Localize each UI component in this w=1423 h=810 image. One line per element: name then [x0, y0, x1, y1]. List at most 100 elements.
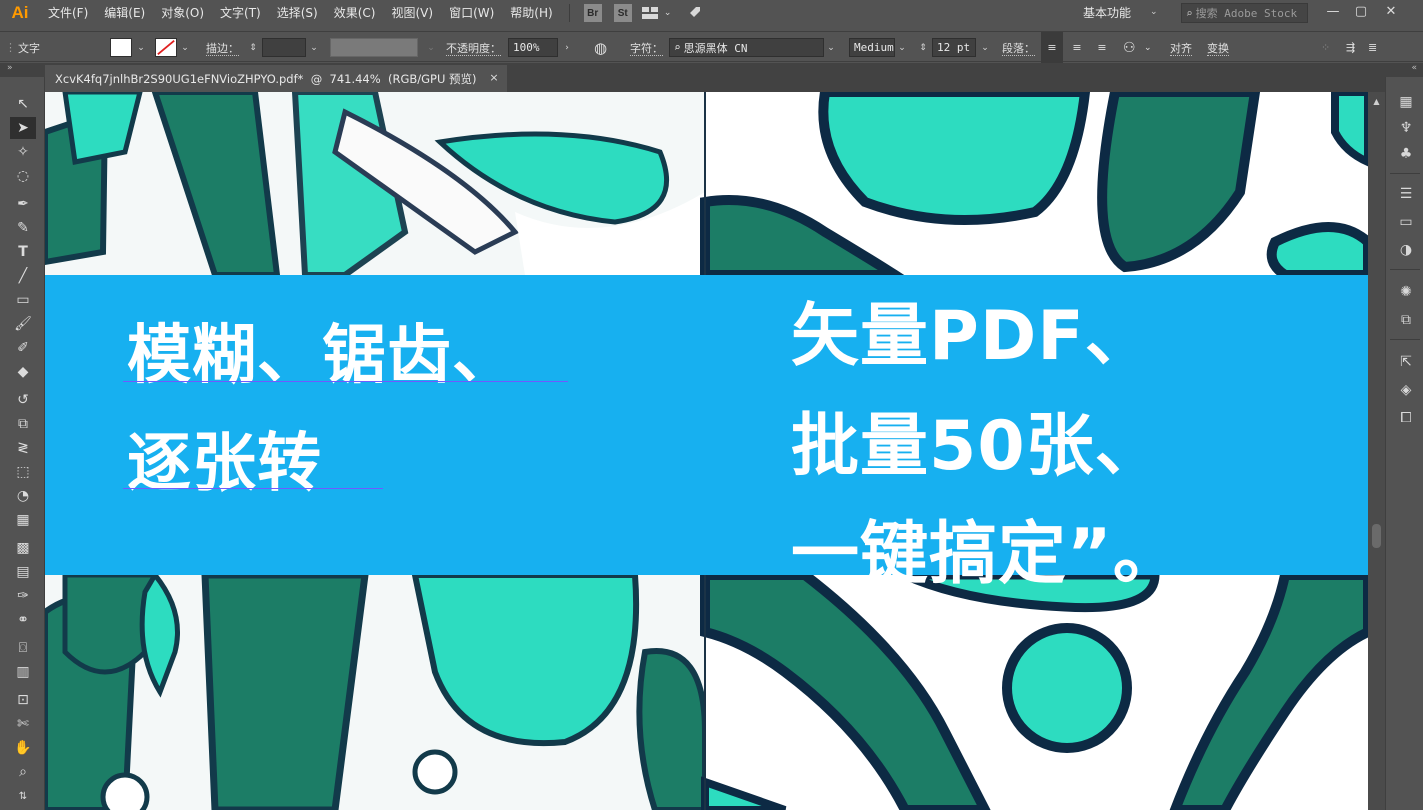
slice-tool-icon[interactable]: ✄ [10, 713, 36, 735]
hand-tool-icon[interactable]: ✋ [10, 737, 36, 759]
opacity-label[interactable]: 不透明度： [446, 40, 501, 56]
eraser-tool-icon[interactable]: ◆ [10, 361, 36, 383]
right-headline-line-1[interactable]: 矢量PDF、 [791, 280, 1154, 379]
fill-swatch[interactable] [110, 38, 132, 57]
scale-tool-icon[interactable]: ⧉ [10, 413, 36, 435]
stroke-label[interactable]: 描边： [206, 40, 239, 56]
shape-builder-tool-icon[interactable]: ◔ [10, 485, 36, 507]
chevron-down-icon[interactable]: ⌄ [1144, 32, 1152, 63]
symbol-sprayer-tool-icon[interactable]: ⌼ [10, 637, 36, 659]
opacity-field[interactable]: 100% [508, 38, 558, 57]
font-size-stepper[interactable]: ⇕ [916, 38, 930, 57]
layers-panel-icon[interactable]: ◈ [1395, 379, 1417, 401]
align-right-icon[interactable]: ≡ [1091, 32, 1113, 63]
type-tool-icon[interactable]: T [10, 241, 36, 263]
panel-dock-collapse-handle[interactable]: « [1385, 63, 1423, 77]
zoom-tool-icon[interactable]: ⌕ [10, 761, 36, 783]
toolbar-collapse-handle[interactable]: » [0, 63, 45, 77]
symbols-panel-icon[interactable]: ♣ [1395, 143, 1417, 165]
chevron-down-icon[interactable]: ⌄ [424, 38, 438, 57]
perspective-grid-tool-icon[interactable]: ▦ [10, 509, 36, 531]
font-family-field[interactable]: ⌕ 思源黑体 CN [669, 38, 824, 57]
color-panel-icon[interactable]: ▦ [1395, 91, 1417, 113]
direct-selection-tool-icon[interactable]: ➤ [10, 117, 36, 139]
stroke-weight-stepper[interactable]: ⇕ [246, 38, 260, 57]
curvature-tool-icon[interactable]: ✎ [10, 217, 36, 239]
line-tool-icon[interactable]: ╱ [10, 265, 36, 287]
character-label[interactable]: 字符： [630, 40, 663, 56]
align-center-icon[interactable]: ≡ [1066, 32, 1088, 63]
right-headline-line-3[interactable]: 一键搞定”。 [791, 498, 1182, 597]
menu-object[interactable]: 对象(O) [153, 0, 212, 26]
scrollbar-thumb[interactable] [1372, 524, 1381, 548]
stroke-swatch[interactable] [155, 38, 177, 57]
variable-width-profile[interactable] [330, 38, 418, 57]
blend-tool-icon[interactable]: ⚭ [10, 609, 36, 631]
font-style-field[interactable]: Medium [849, 38, 895, 57]
chevron-right-icon[interactable]: › [560, 38, 574, 57]
select-similar-icon[interactable]: ⇶ [1346, 32, 1355, 63]
appearance-panel-icon[interactable]: ✺ [1395, 281, 1417, 303]
rocket-icon[interactable] [682, 0, 706, 26]
paragraph-label[interactable]: 段落： [1002, 40, 1035, 56]
left-headline-line-2[interactable]: 逐张转 [127, 412, 322, 504]
chevron-down-icon[interactable]: ⌄ [1150, 7, 1160, 19]
paintbrush-tool-icon[interactable]: 🖌 [10, 313, 36, 335]
chevron-down-icon[interactable]: ⌄ [307, 38, 321, 57]
menu-file[interactable]: 文件(F) [40, 0, 96, 26]
graph-tool-icon[interactable]: ▥ [10, 661, 36, 683]
document-tab[interactable]: XcvK4fq7jnlhBr2S90UG1eFNVioZHPYO.pdf* @ … [45, 65, 507, 92]
artboards-panel-icon[interactable]: ⧠ [1395, 407, 1417, 429]
graphic-styles-panel-icon[interactable]: ⧉ [1395, 309, 1417, 331]
asset-export-panel-icon[interactable]: ⇱ [1395, 351, 1417, 373]
menu-effect[interactable]: 效果(C) [326, 0, 384, 26]
swap-fill-stroke-icon[interactable]: ⇅ [10, 785, 36, 807]
brushes-panel-icon[interactable]: ♆ [1395, 117, 1417, 139]
recolor-artwork-icon[interactable]: ◍ [594, 32, 607, 63]
align-panel-link[interactable]: 对齐 [1170, 40, 1192, 56]
menu-view[interactable]: 视图(V) [383, 0, 441, 26]
maximize-icon[interactable]: ▢ [1346, 0, 1376, 22]
stroke-weight-field[interactable] [262, 38, 306, 57]
rotate-tool-icon[interactable]: ↺ [10, 389, 36, 411]
scroll-up-icon[interactable]: ▲ [1371, 96, 1382, 107]
left-headline-line-1[interactable]: 模糊、锯齿、 [127, 304, 517, 396]
chevron-down-icon[interactable]: ⌄ [895, 38, 909, 57]
transform-panel-link[interactable]: 变换 [1207, 40, 1229, 56]
chevron-down-icon[interactable]: ⌄ [978, 38, 992, 57]
menu-window[interactable]: 窗口(W) [441, 0, 502, 26]
artboard-canvas[interactable]: 模糊、锯齿、 逐张转 矢量PDF、 批量50张、 一键搞定”。 [45, 92, 1368, 810]
right-headline-line-2[interactable]: 批量50张、 [791, 390, 1164, 489]
artboard-tool-icon[interactable]: ⊡ [10, 689, 36, 711]
stroke-panel-icon[interactable]: ☰ [1395, 183, 1417, 205]
shaper-tool-icon[interactable]: ✐ [10, 337, 36, 359]
panel-menu-icon[interactable]: ≣ [1368, 32, 1377, 63]
chevron-down-icon[interactable]: ⌄ [662, 0, 674, 26]
chevron-down-icon[interactable]: ⌄ [178, 38, 192, 57]
menu-help[interactable]: 帮助(H) [502, 0, 560, 26]
selection-tool-icon[interactable]: ↖ [10, 93, 36, 115]
close-icon[interactable]: ✕ [1376, 0, 1406, 22]
isolate-icon[interactable]: ⁘ [1321, 32, 1330, 63]
width-tool-icon[interactable]: ≷ [10, 437, 36, 459]
stock-search-input[interactable]: ⌕ 搜索 Adobe Stock [1181, 3, 1308, 23]
close-icon[interactable]: × [487, 70, 501, 84]
gradient-tool-icon[interactable]: ▤ [10, 561, 36, 583]
bridge-button[interactable]: Br [583, 4, 602, 22]
menu-select[interactable]: 选择(S) [269, 0, 326, 26]
minimize-icon[interactable]: — [1318, 0, 1348, 22]
pen-tool-icon[interactable]: ✒ [10, 193, 36, 215]
rectangle-tool-icon[interactable]: ▭ [10, 289, 36, 311]
lasso-tool-icon[interactable]: ◌ [10, 165, 36, 187]
arrange-documents-icon[interactable] [638, 0, 662, 26]
font-size-field[interactable]: 12 pt [932, 38, 976, 57]
gradient-panel-icon[interactable]: ▭ [1395, 211, 1417, 233]
vertical-scrollbar[interactable]: ▲ [1368, 92, 1385, 810]
magic-wand-tool-icon[interactable]: ✧ [10, 141, 36, 163]
free-transform-tool-icon[interactable]: ⬚ [10, 461, 36, 483]
transparency-panel-icon[interactable]: ◑ [1395, 239, 1417, 261]
menu-edit[interactable]: 编辑(E) [96, 0, 153, 26]
text-options-icon[interactable]: ⚇ [1123, 32, 1136, 63]
workspace-switcher[interactable]: 基本功能 [1083, 0, 1131, 26]
chevron-down-icon[interactable]: ⌄ [134, 38, 148, 57]
